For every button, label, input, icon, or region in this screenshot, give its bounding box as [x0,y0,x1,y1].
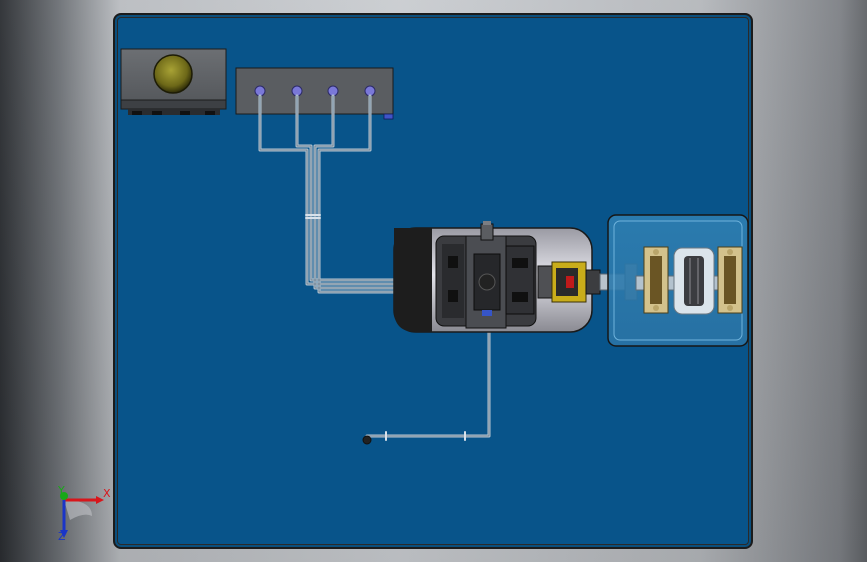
oil-tank[interactable] [120,48,227,115]
center-coupling [673,247,715,315]
coupling-housing[interactable] [607,214,749,347]
suction-line-end[interactable] [362,435,372,445]
cad-viewport[interactable]: X Y Z [0,0,867,562]
x-axis-label: X [103,487,111,500]
sight-glass-icon [153,54,193,94]
y-axis-label: Y [57,484,65,497]
cad-model[interactable]: X Y Z [0,0,867,562]
hydraulic-pump-motor-assembly[interactable] [393,221,601,333]
z-axis-label: Z [58,530,66,543]
coordinate-triad: X Y Z [57,484,111,543]
bearing-right [717,246,743,314]
bearing-left [643,246,669,314]
